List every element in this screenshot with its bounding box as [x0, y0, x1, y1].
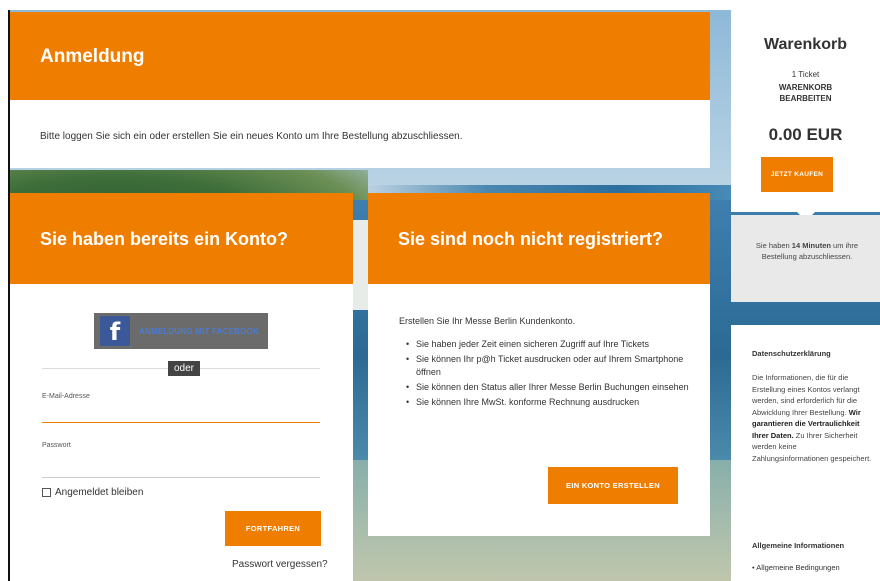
login-form: f ANMELDUNG MIT FACEBOOK oder E-Mail-Adr… [10, 284, 353, 581]
privacy-text: Die Informationen, die für die Erstellun… [752, 372, 872, 464]
register-title: Sie sind noch nicht registriert? [398, 229, 664, 249]
general-terms-link[interactable]: • Allgemeine Bedingungen [752, 563, 840, 572]
privacy-panel: Datenschutzerklärung Die Informationen, … [731, 325, 880, 581]
list-item: Sie können Ihre MwSt. konforme Rechnung … [406, 396, 696, 409]
facebook-login-label: ANMELDUNG MIT FACEBOOK [139, 326, 259, 336]
or-label: oder [168, 361, 201, 376]
login-header: Anmeldung [10, 12, 710, 100]
timer-panel: Sie haben 14 Minuten um ihre Bestellung … [731, 215, 880, 302]
timer-prefix: Sie haben [755, 241, 792, 250]
cart-panel: Warenkorb 1 Ticket WARENKORB BEARBEITEN … [731, 10, 880, 212]
register-intro: Erstellen Sie Ihr Messe Berlin Kundenkon… [399, 316, 576, 326]
general-terms-label: Allgemeine Bedingungen [756, 563, 840, 572]
password-field[interactable] [42, 460, 320, 478]
facebook-login-button[interactable]: f ANMELDUNG MIT FACEBOOK [94, 313, 268, 349]
benefits-list: Sie haben jeder Zeit einen sicheren Zugr… [406, 338, 696, 411]
privacy-paragraph: Die Informationen, die für die Erstellun… [752, 373, 860, 417]
edit-cart-link-line2[interactable]: BEARBEITEN [731, 94, 880, 103]
login-instructions: Bitte loggen Sie sich ein oder erstellen… [40, 131, 463, 142]
facebook-icon: f [100, 316, 130, 346]
forgot-password-link[interactable]: Passwort vergessen? [232, 559, 328, 570]
timer-minutes: 14 Minuten [791, 241, 831, 250]
register-header: Sie sind noch nicht registriert? [368, 193, 710, 284]
create-account-button[interactable]: EIN KONTO ERSTELLEN [548, 467, 678, 504]
continue-button[interactable]: FORTFAHREN [225, 511, 321, 546]
list-item: Sie haben jeder Zeit einen sicheren Zugr… [406, 338, 696, 351]
general-info-title: Allgemeine Informationen [752, 541, 845, 550]
list-item: Sie können den Status aller Ihrer Messe … [406, 381, 696, 394]
remember-label: Angemeldet bleiben [55, 487, 144, 498]
cart-total: 0.00 EUR [768, 125, 843, 144]
list-item: Sie können Ihr p@h Ticket ausdrucken ode… [406, 353, 696, 379]
page-title: Anmeldung [40, 46, 145, 67]
email-field[interactable] [42, 405, 320, 423]
existing-account-header: Sie haben bereits ein Konto? [10, 193, 353, 284]
buy-now-button[interactable]: JETZT KAUFEN [761, 157, 833, 192]
privacy-title: Datenschutzerklärung [752, 349, 831, 358]
existing-account-title: Sie haben bereits ein Konto? [40, 229, 289, 249]
edit-cart-link[interactable]: WARENKORB [731, 83, 880, 92]
cart-ticket-count: 1 Ticket [791, 70, 820, 79]
login-instructions-panel: Bitte loggen Sie sich ein oder erstellen… [10, 100, 710, 168]
register-panel: Erstellen Sie Ihr Messe Berlin Kundenkon… [368, 284, 710, 536]
email-label: E-Mail-Adresse [42, 393, 90, 400]
password-label: Passwort [42, 442, 71, 449]
remember-checkbox[interactable] [42, 488, 51, 497]
cart-title: Warenkorb [764, 36, 847, 53]
timer-text: Sie haben 14 Minuten um ihre Bestellung … [751, 240, 863, 262]
remember-me[interactable]: Angemeldet bleiben [42, 487, 143, 498]
